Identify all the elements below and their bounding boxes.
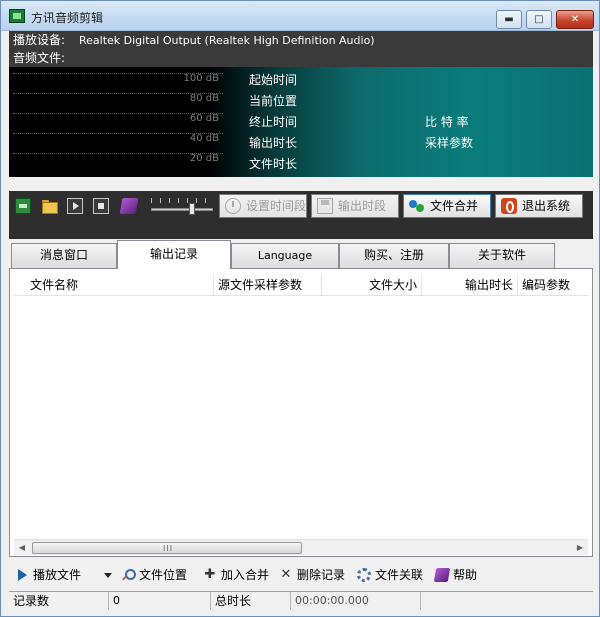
open-folder-icon[interactable] <box>41 198 58 214</box>
column-header-output-duration[interactable]: 输出时长 <box>422 274 518 296</box>
record-count-label: 记录数 <box>9 592 109 610</box>
db-label: 100 dB <box>183 73 219 84</box>
close-button[interactable]: ✕ <box>556 10 594 29</box>
scroll-grip-icon: III <box>163 544 174 553</box>
app-window: 方讯音频剪辑 ▬ □ ✕ 播放设备: Realtek Digital Outpu… <box>0 0 600 617</box>
tab-about[interactable]: 关于软件 <box>449 243 555 268</box>
total-duration-label: 总时长 <box>211 592 291 610</box>
delete-record-button[interactable]: ✕ 删除记录 <box>279 565 345 585</box>
volume-slider[interactable] <box>149 195 215 217</box>
play-icon[interactable] <box>67 198 83 214</box>
file-location-button[interactable]: 文件位置 <box>121 565 187 585</box>
db-label: 20 dB <box>189 153 219 164</box>
title-bar: 方讯音频剪辑 ▬ □ ✕ <box>1 1 599 31</box>
stop-icon[interactable] <box>93 198 109 214</box>
device-row: 播放设备: Realtek Digital Output (Realtek Hi… <box>13 32 375 49</box>
slider-ticks <box>151 198 213 203</box>
action-bar: 播放文件 文件位置 ✚ 加入合并 ✕ 删除记录 文件关联 帮助 <box>9 561 593 589</box>
magnifier-icon <box>121 568 136 582</box>
db-label: 40 dB <box>189 133 219 144</box>
scroll-thumb[interactable]: III <box>32 542 302 554</box>
tab-purchase-register[interactable]: 购买、注册 <box>339 243 449 268</box>
sample-params-label: 采样参数 <box>425 136 474 150</box>
power-icon <box>501 198 517 214</box>
toolbar: 设置时间段 输出时段 文件合并 退出系统 <box>9 191 593 221</box>
output-duration-label: 输出时长 <box>249 136 298 150</box>
help-book-icon <box>433 568 451 582</box>
current-position-label: 当前位置 <box>249 94 298 108</box>
record-icon[interactable] <box>15 198 31 214</box>
help-label: 帮助 <box>453 568 478 582</box>
play-dropdown-icon[interactable] <box>104 573 112 578</box>
output-range-button[interactable]: 输出时段 <box>311 194 399 218</box>
play-file-button[interactable]: 播放文件 <box>15 565 81 585</box>
column-header-encoding-params[interactable]: 编码参数 <box>518 274 588 296</box>
set-time-range-label: 设置时间段 <box>246 199 307 213</box>
table-header: 文件名称 源文件采样参数 文件大小 输出时长 编码参数 <box>14 274 588 296</box>
column-header-file-size[interactable]: 文件大小 <box>322 274 422 296</box>
help-book-icon[interactable] <box>119 198 139 214</box>
file-merge-label: 文件合并 <box>430 199 479 213</box>
device-label: 播放设备: <box>13 33 66 47</box>
save-disk-icon <box>317 198 333 214</box>
minimize-button[interactable]: ▬ <box>496 10 522 29</box>
file-row: 音频文件: <box>13 50 65 67</box>
exit-label: 退出系统 <box>522 199 571 213</box>
file-duration-label: 文件时长 <box>249 157 298 171</box>
set-time-range-button[interactable]: 设置时间段 <box>219 194 307 218</box>
maximize-button[interactable]: □ <box>526 10 552 29</box>
add-merge-button[interactable]: ✚ 加入合并 <box>203 565 269 585</box>
tab-output-records[interactable]: 输出记录 <box>117 240 231 269</box>
app-logo-icon <box>9 9 25 23</box>
record-count-value: 0 <box>109 592 211 610</box>
tab-message-window[interactable]: 消息窗口 <box>11 243 117 268</box>
start-time-label: 起始时间 <box>249 73 298 87</box>
exit-button[interactable]: 退出系统 <box>495 194 583 218</box>
help-button[interactable]: 帮助 <box>433 565 478 585</box>
delete-record-label: 删除记录 <box>297 568 346 582</box>
toolbar-spacer <box>9 221 593 239</box>
window-title: 方讯音频剪辑 <box>31 11 104 25</box>
delete-x-icon: ✕ <box>280 567 292 582</box>
add-merge-label: 加入合并 <box>221 568 270 582</box>
end-time-label: 终止时间 <box>249 115 298 129</box>
column-header-source-params[interactable]: 源文件采样参数 <box>214 274 322 296</box>
column-header-file-name[interactable]: 文件名称 <box>14 274 214 296</box>
status-bar: 记录数 0 总时长 00:00:00.000 <box>9 591 593 610</box>
output-records-table: 文件名称 源文件采样参数 文件大小 输出时长 编码参数 ◀ III ▶ <box>9 269 593 557</box>
plus-icon: ✚ <box>204 567 216 582</box>
play-icon <box>15 568 29 582</box>
file-association-button[interactable]: 文件关联 <box>357 565 423 585</box>
scroll-left-icon[interactable]: ◀ <box>14 540 30 556</box>
db-label: 80 dB <box>189 93 219 104</box>
tab-language[interactable]: Language <box>231 243 339 268</box>
merge-icon <box>409 198 425 214</box>
gear-icon <box>357 568 371 582</box>
info-header: 播放设备: Realtek Digital Output (Realtek Hi… <box>9 31 593 67</box>
file-merge-button[interactable]: 文件合并 <box>403 194 491 218</box>
tab-strip: 消息窗口 输出记录 Language 购买、注册 关于软件 <box>9 239 593 269</box>
db-label: 60 dB <box>189 113 219 124</box>
device-value: Realtek Digital Output (Realtek High Def… <box>79 34 375 47</box>
scroll-right-icon[interactable]: ▶ <box>572 540 588 556</box>
slider-track[interactable] <box>151 208 213 211</box>
slider-thumb[interactable] <box>189 203 196 215</box>
file-association-label: 文件关联 <box>375 568 424 582</box>
horizontal-scrollbar[interactable]: ◀ III ▶ <box>14 539 588 555</box>
bitrate-label: 比 特 率 <box>425 115 469 129</box>
level-display: 100 dB 80 dB 60 dB 40 dB 20 dB 起始时间 当前位置… <box>9 67 593 177</box>
output-range-label: 输出时段 <box>338 199 387 213</box>
clock-icon <box>225 198 241 214</box>
file-label: 音频文件: <box>13 51 66 65</box>
file-location-label: 文件位置 <box>139 568 188 582</box>
total-duration-value: 00:00:00.000 <box>291 592 421 610</box>
play-file-label: 播放文件 <box>33 568 82 582</box>
